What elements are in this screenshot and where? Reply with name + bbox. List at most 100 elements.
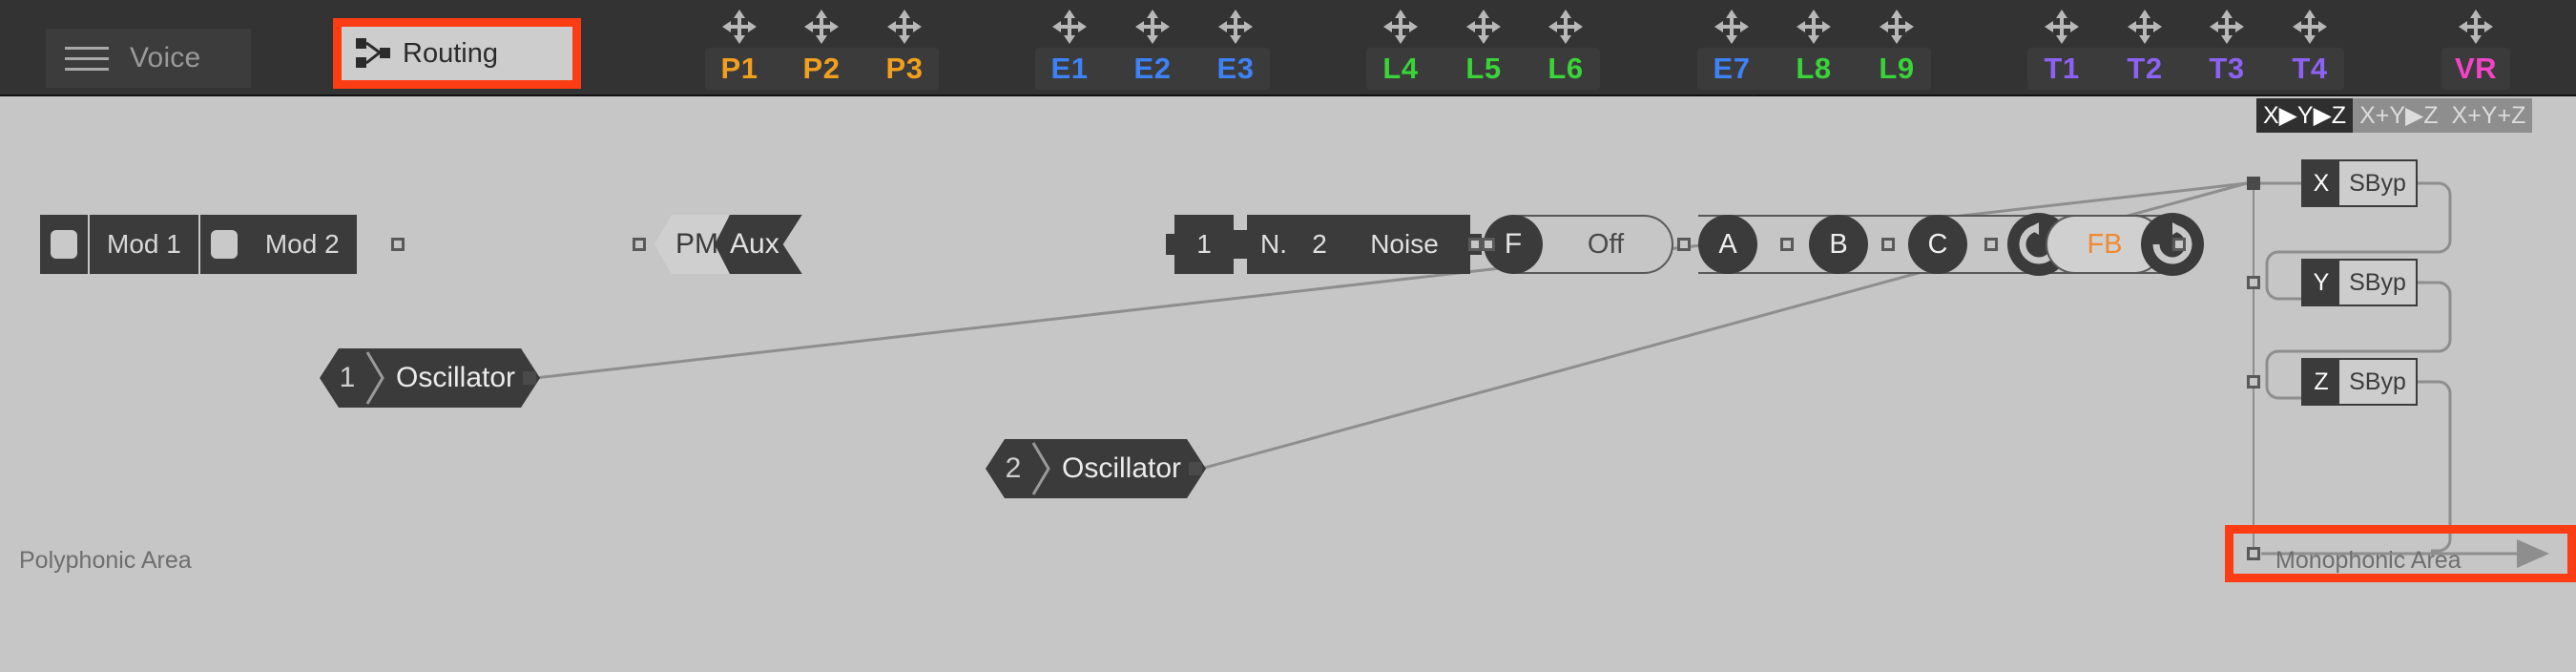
pm-aux-module[interactable]: PM Aux [654,215,802,274]
oscillator-2-name: Oscillator [1062,452,1182,484]
mod-slot-e7[interactable]: E7 [1690,0,1774,95]
move-arrows-icon[interactable] [1381,8,1420,46]
knob-a-label: A [1718,228,1737,260]
mod-slot-label-l8: L8 [1796,52,1832,85]
knob-c-input-port[interactable] [1881,238,1895,251]
oscillator-1-name: Oscillator [396,362,516,393]
noise-index-1: 1 [1196,229,1212,259]
move-arrows-icon[interactable] [2457,8,2495,46]
mod-slot-label-l4: L4 [1382,52,1419,85]
move-arrows-icon[interactable] [802,8,841,46]
mod-slot-l5[interactable]: L5 [1442,0,1526,95]
mod-slot-t2[interactable]: T2 [2103,0,2187,95]
move-arrows-icon[interactable] [2043,8,2081,46]
move-arrows-icon[interactable] [1465,8,1503,46]
mod-module-output-port[interactable] [391,238,405,251]
move-arrows-icon[interactable] [885,8,924,46]
mono-slot-x-key: X [2303,161,2339,205]
move-arrows-icon[interactable] [2208,8,2246,46]
monophonic-area-label: Monophonic Area [2275,547,2462,574]
mod-slot-label-t1: T1 [2044,52,2080,85]
mono-input-hub-port[interactable] [2247,177,2260,190]
move-arrows-icon[interactable] [1547,8,1585,46]
move-arrows-icon[interactable] [1713,8,1751,46]
mod-slot-vr[interactable]: VR [2434,0,2518,95]
mod-slot-l6[interactable]: L6 [1524,0,1608,95]
mod-slot-l9[interactable]: L9 [1855,0,1939,95]
move-arrows-icon[interactable] [2291,8,2329,46]
voice-menu-tab[interactable]: Voice [46,29,251,88]
noise-output-port[interactable] [1482,238,1495,251]
mod-slot-label-vr: VR [2454,52,2498,85]
mod-slot-t3[interactable]: T3 [2185,0,2269,95]
noise-module[interactable]: 1 N. 2 Noise [1174,215,1470,274]
mono-slot-z-value[interactable]: SByp [2339,360,2416,404]
mono-mode-3[interactable]: X+Y+Z [2444,98,2533,133]
mod-slot-label-e7: E7 [1713,52,1751,85]
mod-2-label: Mod 2 [247,215,357,274]
mod-2-toggle[interactable] [197,215,248,274]
filter-input-port[interactable] [1468,238,1482,251]
mod-1-toggle[interactable] [40,215,90,274]
mod-slot-p3[interactable]: P3 [862,0,946,95]
oscillator-node-1[interactable]: 1 Oscillator [320,348,540,408]
mono-slot-x[interactable]: X SByp [2301,159,2418,207]
mono-slot-z[interactable]: Z SByp [2301,358,2418,406]
knob-b-label: B [1829,228,1848,260]
mono-mode-1[interactable]: X▶Y▶Z [2256,98,2354,133]
routing-label: Routing [403,37,498,69]
mod-slot-e2[interactable]: E2 [1111,0,1195,95]
move-arrows-icon[interactable] [1216,8,1255,46]
knob-b-input-port[interactable] [1780,238,1794,251]
mod-slot-label-l5: L5 [1465,52,1502,85]
fb-input-port[interactable] [1984,238,1998,251]
mono-output-port[interactable] [2247,547,2260,560]
mod-slot-e3[interactable]: E3 [1194,0,1278,95]
move-arrows-icon[interactable] [1795,8,1833,46]
move-arrows-icon[interactable] [1878,8,1916,46]
noise-name: Noise [1370,229,1439,259]
routing-canvas[interactable]: Mod 1 Mod 2 PM Aux 1 N. 2 Noise F Off A … [0,96,2576,672]
move-arrows-icon[interactable] [720,8,758,46]
mod-slot-label-e2: E2 [1133,52,1172,85]
move-arrows-icon[interactable] [2126,8,2164,46]
mod-slot-p1[interactable]: P1 [697,0,781,95]
move-arrows-icon[interactable] [1133,8,1172,46]
move-arrows-icon[interactable] [1050,8,1089,46]
mod-slot-p2[interactable]: P2 [779,0,863,95]
mono-slot-z-input-port[interactable] [2247,375,2260,388]
mono-slot-x-value[interactable]: SByp [2339,161,2416,205]
mod-slot-t4[interactable]: T4 [2268,0,2352,95]
mono-slot-y-input-port[interactable] [2247,276,2260,289]
mod-slot-l4[interactable]: L4 [1359,0,1443,95]
mono-slot-y-value[interactable]: SByp [2339,261,2416,304]
mod-slot-label-l9: L9 [1879,52,1915,85]
mono-slot-y[interactable]: Y SByp [2301,259,2418,306]
oscillator-2-output-port[interactable] [1189,462,1202,475]
mod-slot-label-p1: P1 [720,52,758,85]
filter-value[interactable]: Off [1546,215,1666,274]
mod-slot-e1[interactable]: E1 [1028,0,1111,95]
mono-slot-z-key: Z [2303,360,2339,404]
oscillator-node-2[interactable]: 2 Oscillator [986,439,1206,498]
mod-slot-label-e3: E3 [1216,52,1255,85]
mod-slot-t1[interactable]: T1 [2020,0,2104,95]
fb-output-port[interactable] [2172,238,2186,251]
filter-output-port[interactable] [1677,238,1691,251]
mod-module[interactable]: Mod 1 Mod 2 [40,215,357,274]
mod-slot-l8[interactable]: L8 [1772,0,1856,95]
pm-aux-input-port[interactable] [633,238,646,251]
knob-c-label: C [1927,228,1948,260]
oscillator-1-output-port[interactable] [523,371,536,385]
mod-slot-label-p3: P3 [885,52,924,85]
mod-slot-label-t4: T4 [2292,52,2328,85]
noise-notch-divider [1234,215,1247,274]
routing-tab[interactable]: Routing [342,27,572,80]
top-header-bar: Voice Routing P1 P2 P3 E1 E2 E3 L4 L5 L6 E7 L8 L9 T1… [0,0,2576,96]
mono-routing-mode-selector[interactable]: X▶Y▶Z X+Y▶Z X+Y+Z [2256,98,2533,133]
aux-label[interactable]: Aux [715,215,802,274]
mono-slot-y-key: Y [2303,261,2339,304]
mono-mode-2[interactable]: X+Y▶Z [2353,98,2445,133]
hamburger-icon [65,43,109,74]
oscillator-2-chevron-icon [1041,439,1043,498]
